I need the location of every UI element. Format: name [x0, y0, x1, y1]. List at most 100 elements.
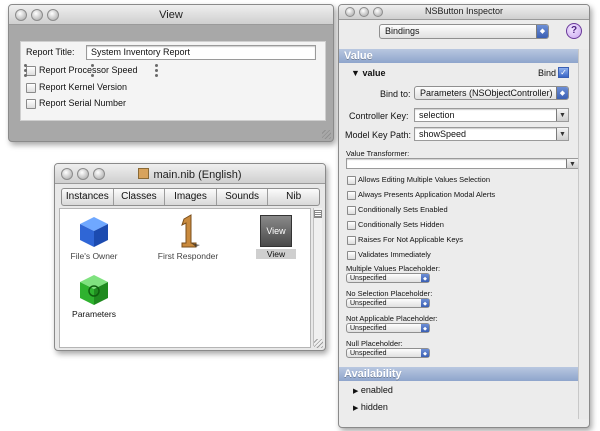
- bind-to-value: Parameters (NSObjectController): [420, 88, 553, 98]
- allows-editing-multiple-checkbox[interactable]: [347, 176, 356, 185]
- placeholder-value: Unspecified: [350, 325, 387, 332]
- selection-handle[interactable]: [155, 74, 158, 77]
- view-mode-icon[interactable]: [314, 210, 322, 218]
- chevron-down-icon: ◆: [536, 25, 548, 38]
- nib-title-text: main.nib (English): [153, 169, 242, 181]
- multiple-values-placeholder-popup[interactable]: Unspecified ◆: [346, 273, 430, 283]
- nib-titlebar[interactable]: main.nib (English): [55, 164, 325, 184]
- window-title: main.nib (English): [55, 168, 325, 181]
- availability-enabled-row[interactable]: ▶ enabled: [353, 385, 393, 395]
- availability-hidden-row[interactable]: ▶ hidden: [353, 402, 388, 412]
- nib-window: main.nib (English) Instances Classes Ima…: [54, 163, 326, 351]
- model-key-path-combo[interactable]: showSpeed ▼: [414, 127, 569, 141]
- chevron-down-icon[interactable]: ▼: [566, 159, 578, 168]
- view-canvas: Report Title: System Inventory Report Re…: [20, 41, 326, 121]
- kernel-version-label: Report Kernel Version: [39, 82, 128, 92]
- not-applicable-placeholder-popup[interactable]: Unspecified ◆: [346, 323, 430, 333]
- placeholder-value: Unspecified: [350, 350, 387, 357]
- selection-handle[interactable]: [91, 64, 94, 67]
- placeholder-value: Unspecified: [350, 275, 387, 282]
- conditionally-sets-enabled-checkbox[interactable]: [347, 206, 356, 215]
- bind-to-label: Bind to:: [380, 89, 411, 99]
- always-presents-modal-checkbox[interactable]: [347, 191, 356, 200]
- conditionally-sets-hidden-checkbox[interactable]: [347, 221, 356, 230]
- help-icon: ?: [570, 25, 578, 36]
- selection-handle[interactable]: [24, 74, 27, 77]
- bind-label: Bind: [538, 68, 557, 78]
- inspector-window: NSButton Inspector Bindings ◆ ? Value ▼ …: [338, 4, 590, 428]
- controller-key-combo[interactable]: selection ▼: [414, 108, 569, 122]
- value-transformer-label: Value Transformer:: [346, 149, 410, 158]
- no-selection-placeholder-label: No Selection Placeholder:: [346, 289, 433, 298]
- not-applicable-placeholder-label: Not Applicable Placeholder:: [346, 314, 438, 323]
- selection-handle[interactable]: [155, 69, 158, 72]
- nib-item-view-label: View: [266, 249, 286, 259]
- null-placeholder-label: Null Placeholder:: [346, 339, 403, 348]
- validates-immediately-checkbox[interactable]: [347, 251, 356, 260]
- nib-item-view[interactable]: View View: [256, 215, 296, 259]
- serial-number-checkbox[interactable]: [26, 99, 36, 109]
- view-titlebar[interactable]: View: [9, 5, 333, 25]
- inspector-mode-value: Bindings: [385, 26, 420, 36]
- serial-number-label: Report Serial Number: [39, 98, 127, 108]
- help-button[interactable]: ?: [566, 23, 582, 39]
- processor-speed-label: Report Processor Speed: [39, 65, 138, 75]
- tab-sounds[interactable]: Sounds: [217, 189, 269, 205]
- option-label: Conditionally Sets Hidden: [358, 220, 444, 229]
- resize-grip[interactable]: [314, 339, 323, 348]
- report-title-label: Report Title:: [26, 47, 75, 57]
- option-label: Allows Editing Multiple Values Selection: [358, 175, 491, 184]
- bind-to-popup[interactable]: Parameters (NSObjectController) ◆: [414, 86, 569, 100]
- disclosure-triangle-icon: ▶: [353, 405, 359, 412]
- resize-grip[interactable]: [322, 130, 331, 139]
- value-section-header[interactable]: Value: [339, 49, 589, 63]
- tab-classes[interactable]: Classes: [114, 189, 166, 205]
- tab-images[interactable]: Images: [165, 189, 217, 205]
- binding-name: value: [362, 68, 386, 78]
- option-label: Raises For Not Applicable Keys: [358, 235, 464, 244]
- selection-handle[interactable]: [91, 74, 94, 77]
- nib-item-parameters[interactable]: Parameters: [64, 273, 124, 319]
- bind-checkbox[interactable]: ✓: [558, 67, 569, 78]
- inspector-scrollbar[interactable]: [578, 49, 589, 419]
- option-label: Validates Immediately: [358, 250, 431, 259]
- controller-key-value: selection: [419, 110, 455, 120]
- selection-handle[interactable]: [24, 64, 27, 67]
- disclosure-triangle-icon: ▶: [353, 388, 359, 395]
- chevron-down-icon: ◆: [421, 324, 429, 332]
- nib-instances-pane: File's Owner First Responder View View P…: [59, 208, 311, 348]
- option-label: Conditionally Sets Enabled: [358, 205, 448, 214]
- no-selection-placeholder-popup[interactable]: Unspecified ◆: [346, 298, 430, 308]
- controller-key-label: Controller Key:: [349, 111, 409, 121]
- processor-speed-checkbox[interactable]: [26, 66, 36, 76]
- number-one-icon: [181, 214, 200, 248]
- multiple-values-placeholder-label: Multiple Values Placeholder:: [346, 264, 441, 273]
- nib-item-files-owner[interactable]: File's Owner: [64, 215, 124, 261]
- availability-section-header[interactable]: Availability: [339, 367, 589, 381]
- inspector-mode-popup[interactable]: Bindings ◆: [379, 24, 549, 39]
- nib-tab-bar: Instances Classes Images Sounds Nib: [61, 188, 320, 206]
- availability-item-label: enabled: [360, 385, 393, 395]
- disclosure-triangle-icon: ▼: [351, 68, 360, 78]
- nib-item-label: File's Owner: [70, 251, 118, 261]
- chevron-down-icon[interactable]: ▼: [556, 128, 568, 140]
- chevron-down-icon: ◆: [421, 349, 429, 357]
- chevron-down-icon[interactable]: ▼: [556, 109, 568, 121]
- option-label: Always Presents Application Modal Alerts: [358, 190, 496, 199]
- selection-handle[interactable]: [24, 69, 27, 72]
- raises-not-applicable-checkbox[interactable]: [347, 236, 356, 245]
- cube-icon: [80, 217, 108, 247]
- selection-handle[interactable]: [155, 64, 158, 67]
- nib-item-label: Parameters: [72, 309, 116, 319]
- nib-item-first-responder[interactable]: First Responder: [148, 213, 228, 261]
- null-placeholder-popup[interactable]: Unspecified ◆: [346, 348, 430, 358]
- inspector-titlebar[interactable]: NSButton Inspector: [339, 5, 589, 20]
- tab-instances[interactable]: Instances: [62, 189, 114, 205]
- nib-scrollbar[interactable]: [313, 208, 322, 346]
- binding-disclosure[interactable]: ▼ value: [351, 68, 385, 78]
- value-transformer-combo[interactable]: ▼: [346, 158, 579, 169]
- nib-item-label: View: [256, 249, 296, 259]
- report-title-field[interactable]: System Inventory Report: [86, 45, 316, 60]
- tab-nib[interactable]: Nib: [268, 189, 319, 205]
- kernel-version-checkbox[interactable]: [26, 83, 36, 93]
